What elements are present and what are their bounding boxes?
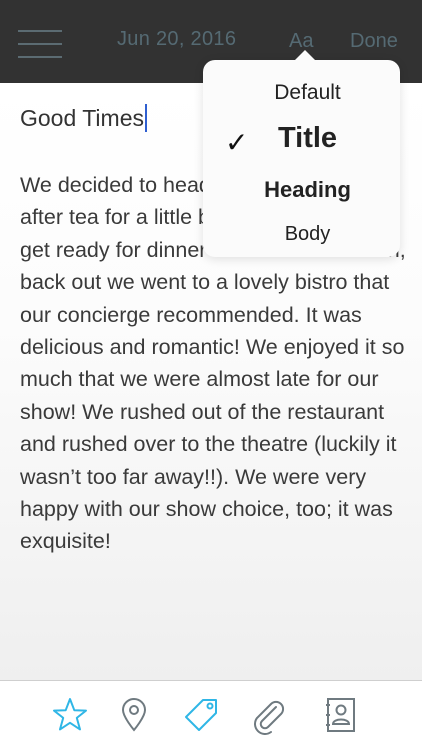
bottom-toolbar: [0, 680, 422, 751]
entry-date[interactable]: Jun 20, 2016: [117, 28, 236, 51]
format-option-title[interactable]: Title: [203, 122, 400, 155]
format-popover: Default ✓ Title Heading Body: [203, 50, 400, 257]
tag-icon[interactable]: [181, 695, 221, 735]
entry-title[interactable]: Good Times: [20, 104, 147, 132]
entry-title-text: Good Times: [20, 105, 144, 131]
done-button[interactable]: Done: [350, 30, 398, 53]
format-option-heading[interactable]: Heading: [203, 177, 400, 203]
paperclip-icon[interactable]: [248, 695, 288, 735]
text-cursor: [145, 104, 147, 132]
format-option-default[interactable]: Default: [203, 81, 400, 105]
location-pin-icon[interactable]: [114, 695, 154, 735]
contact-card-icon[interactable]: [320, 695, 360, 735]
format-option-body[interactable]: Body: [203, 223, 400, 246]
star-icon[interactable]: [50, 695, 90, 735]
menu-icon[interactable]: [18, 30, 62, 58]
